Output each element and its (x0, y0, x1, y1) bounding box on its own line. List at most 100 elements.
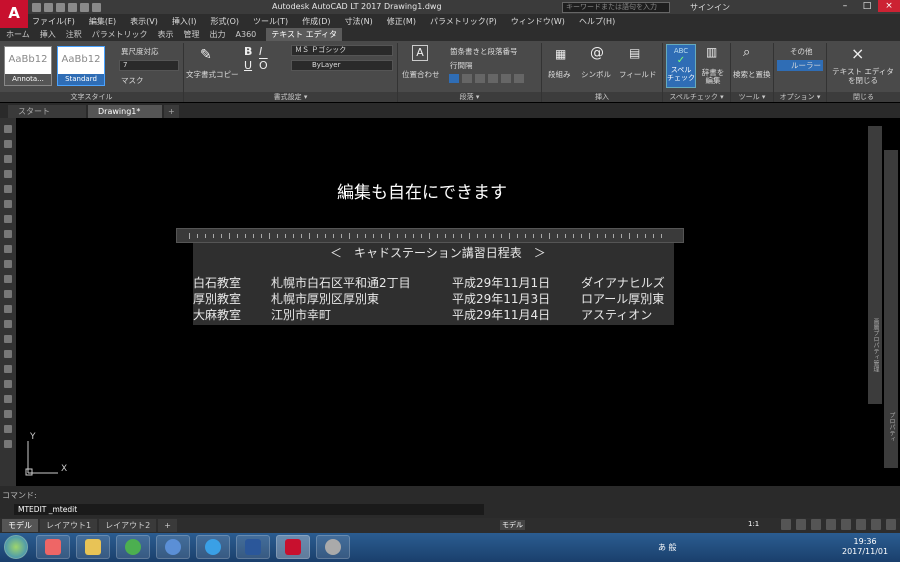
tab-drawing1[interactable]: Drawing1* (88, 105, 162, 118)
file-explorer-icon[interactable] (76, 535, 110, 559)
close-editor-button[interactable]: テキスト エディタ を閉じる (828, 67, 898, 85)
panel-spell[interactable]: スペルチェック ▾ (663, 92, 730, 102)
alignment-buttons[interactable] (449, 74, 524, 83)
overline-icon[interactable]: O (259, 59, 268, 72)
layout-tab-2[interactable]: レイアウト2 (99, 519, 157, 532)
menu-help[interactable]: ヘルプ(H) (579, 16, 615, 27)
menu-dimension[interactable]: 寸法(N) (345, 16, 373, 27)
underline-icon[interactable]: U (244, 59, 252, 72)
mtext-ruler[interactable] (176, 228, 684, 243)
more-button[interactable]: その他 (790, 46, 813, 57)
layer-palette[interactable]: 画層プロパティ管理 (868, 126, 882, 404)
tab-parametric[interactable]: パラメトリック (92, 29, 148, 40)
autocad-icon[interactable] (276, 535, 310, 559)
layout-tab-model[interactable]: モデル (2, 519, 38, 532)
palette-label: 画層プロパティ管理 (872, 318, 879, 372)
schedule-title[interactable]: ＜ キャドステーション講習日程表 ＞ (330, 244, 546, 261)
annotation-scale[interactable]: 1:1 (748, 520, 759, 528)
panel-insert: 挿入 (542, 92, 662, 102)
style-standard[interactable]: AaBb12 Standard (57, 46, 105, 86)
columns-button[interactable]: 段組み (548, 69, 571, 80)
system-tray[interactable]: あ 般 (658, 542, 677, 553)
clock[interactable]: 19:36 2017/11/01 (842, 537, 888, 557)
justify-button[interactable]: 位置合わせ (402, 69, 440, 80)
panel-options[interactable]: オプション ▾ (774, 92, 826, 102)
menu-edit[interactable]: 編集(E) (89, 16, 116, 27)
schedule-row[interactable]: 厚別教室 札幌市厚別区厚別東 平成29年11月3日 ロアール厚別東 (193, 292, 674, 306)
style-annotative[interactable]: AaBb12 Annota... (4, 46, 52, 86)
ruler-tick (365, 234, 366, 238)
start-button[interactable] (4, 535, 28, 559)
menu-modify[interactable]: 修正(M) (387, 16, 416, 27)
ruler-tick (301, 234, 302, 238)
tab-insert[interactable]: 挿入 (40, 29, 56, 40)
menu-parametric[interactable]: パラメトリック(P) (430, 16, 497, 27)
color-select[interactable]: ByLayer (291, 60, 393, 71)
row-venue: 厚別教室 (193, 292, 242, 306)
match-format-button[interactable]: 文字書式コピー (186, 69, 239, 80)
text-height-input[interactable]: 7 (119, 60, 179, 71)
ruler-tick (197, 234, 198, 238)
tab-output[interactable]: 出力 (210, 29, 226, 40)
mask-button[interactable]: マスク (121, 75, 144, 86)
word-icon[interactable] (236, 535, 270, 559)
add-layout-icon[interactable]: + (158, 519, 177, 532)
tab-view[interactable]: 表示 (158, 29, 174, 40)
panel-paragraph[interactable]: 段落 ▾ (398, 92, 541, 102)
minimize-icon[interactable]: – (834, 0, 856, 12)
left-toolbar[interactable] (0, 118, 16, 486)
quick-access-toolbar[interactable] (32, 2, 101, 12)
ruler-toggle[interactable]: ルーラー (777, 60, 823, 71)
dictionary-button[interactable]: 辞書を 編集 (698, 69, 728, 85)
panel-tools[interactable]: ツール ▾ (731, 92, 773, 102)
ruler-tick (501, 234, 502, 238)
tab-annotate[interactable]: 注釈 (66, 29, 82, 40)
drawing-heading-text[interactable]: 編集も自在にできます (337, 178, 507, 203)
find-replace-button[interactable]: 検索と置換 (733, 69, 771, 80)
app-icon[interactable] (316, 535, 350, 559)
ruler-tick (213, 234, 214, 238)
application-menu-button[interactable]: A (0, 0, 28, 28)
menu-draw[interactable]: 作成(D) (302, 16, 330, 27)
new-tab-icon[interactable]: + (164, 105, 179, 118)
ruler-tick (477, 234, 478, 238)
tab-text-editor[interactable]: テキスト エディタ (266, 28, 343, 41)
italic-icon[interactable]: I (259, 45, 262, 58)
chrome-icon[interactable] (116, 535, 150, 559)
media-player-icon[interactable] (36, 535, 70, 559)
model-space-button[interactable]: モデル (500, 520, 525, 530)
font-select[interactable]: ＭＳ Ｐゴシック (291, 45, 393, 56)
panel-format[interactable]: 書式設定 ▾ (184, 92, 397, 102)
field-button[interactable]: フィールド (619, 69, 656, 80)
search-input[interactable]: キーワードまたは語句を入力 (562, 2, 670, 13)
internet-explorer-icon[interactable] (196, 535, 230, 559)
menu-file[interactable]: ファイル(F) (32, 16, 75, 27)
menu-view[interactable]: 表示(V) (130, 16, 158, 27)
bold-icon[interactable]: B (244, 45, 252, 58)
command-input[interactable]: MTEDIT _mtedit (14, 504, 484, 515)
maximize-icon[interactable]: □ (856, 0, 878, 12)
tab-start[interactable]: スタート (8, 105, 86, 118)
properties-palette[interactable]: プロパティ (884, 150, 898, 468)
spell-check-button[interactable]: ABC ✓ スペル チェック (666, 44, 696, 88)
signin-link[interactable]: サインイン (690, 2, 730, 13)
status-toggles[interactable] (781, 519, 896, 530)
menu-tools[interactable]: ツール(T) (253, 16, 288, 27)
menu-window[interactable]: ウィンドウ(W) (511, 16, 565, 27)
layout-tab-1[interactable]: レイアウト1 (40, 519, 98, 532)
tab-home[interactable]: ホーム (6, 29, 30, 40)
menu-insert[interactable]: 挿入(I) (172, 16, 197, 27)
symbol-button[interactable]: シンボル (581, 69, 611, 80)
thunderbird-icon[interactable] (156, 535, 190, 559)
schedule-row[interactable]: 白石教室 札幌市白石区平和通2丁目 平成29年11月1日 ダイアナヒルズ (193, 276, 674, 290)
close-icon[interactable]: × (878, 0, 900, 12)
schedule-row[interactable]: 大麻教室 江別市幸町 平成29年11月4日 アスティオン (193, 308, 674, 322)
ribbon: AaBb12 Annota... AaBb12 Standard 異尺度対応 7… (0, 41, 900, 102)
tab-a360[interactable]: A360 (236, 30, 257, 39)
menu-format[interactable]: 形式(O) (210, 16, 239, 27)
line-spacing-button[interactable]: 行間隔 (450, 60, 473, 71)
ruler-tick (261, 234, 262, 238)
annotative-toggle[interactable]: 異尺度対応 (121, 46, 159, 57)
tab-manage[interactable]: 管理 (184, 29, 200, 40)
bullets-button[interactable]: 箇条書きと段落番号 (450, 46, 518, 57)
